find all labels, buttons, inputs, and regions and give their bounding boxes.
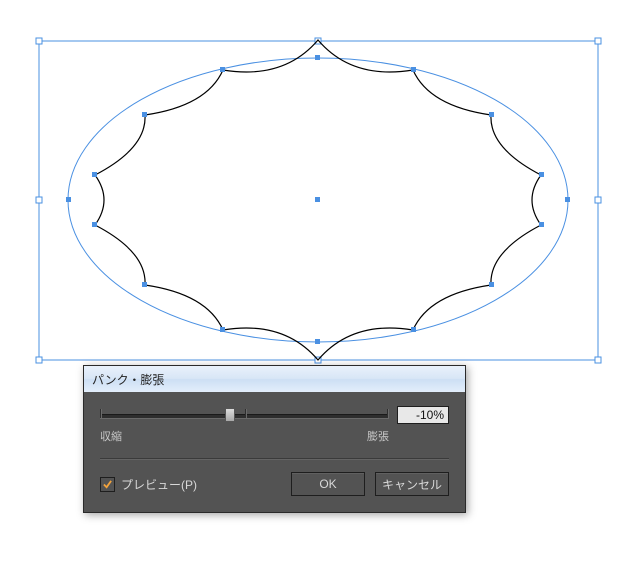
center-point [315,197,320,202]
preview-label: プレビュー(P) [121,476,197,493]
ok-button[interactable]: OK [291,472,365,496]
dialog-title: パンク・膨張 [92,371,164,388]
dialog-titlebar[interactable]: パンク・膨張 [84,366,465,392]
label-shrink: 収縮 [100,428,122,444]
label-bloat: 膨張 [367,428,389,444]
check-icon [103,480,112,489]
cancel-button[interactable]: キャンセル [375,472,449,496]
pucker-bloat-dialog: パンク・膨張 -10% 収縮 膨張 プレビュー(P) OK [83,365,466,513]
preview-checkbox[interactable]: プレビュー(P) [100,476,197,493]
slider-thumb[interactable] [225,408,235,422]
amount-slider[interactable] [100,412,389,418]
amount-input[interactable]: -10% [397,406,449,424]
separator [100,458,449,460]
